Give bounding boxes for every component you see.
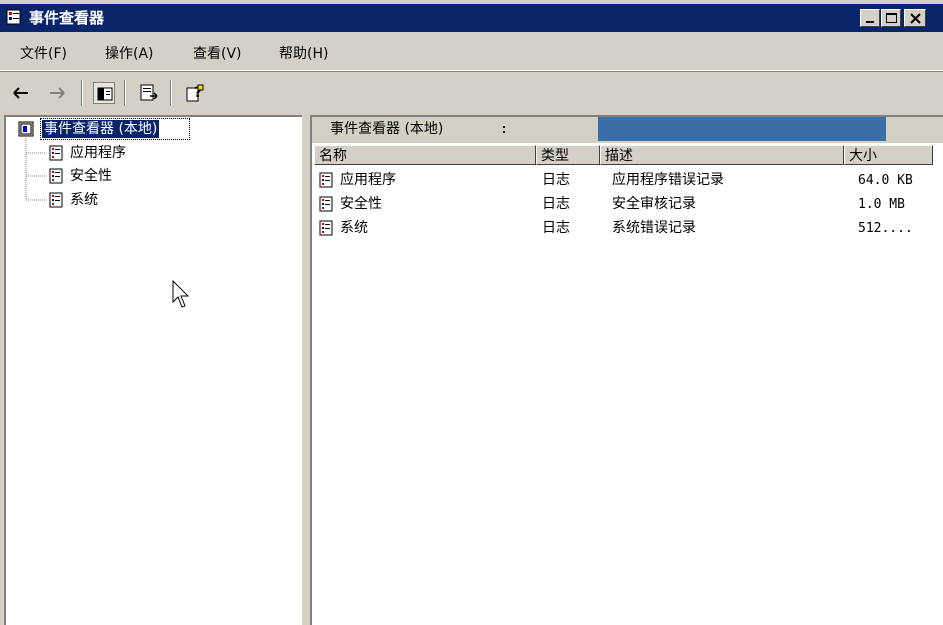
column-header-type[interactable]: 类型 [536, 145, 600, 165]
header-progress-bar [598, 117, 886, 141]
event-viewer-root-icon [18, 121, 34, 137]
row-type: 日志 [542, 172, 570, 188]
tree-item-security[interactable]: 安全性 [70, 167, 112, 185]
tree-item-system[interactable]: 系统 [70, 191, 98, 209]
row-type: 日志 [542, 196, 570, 212]
forward-button[interactable] [46, 82, 68, 104]
row-size: 64.0 KB [858, 173, 913, 188]
menu-help[interactable]: 帮助(H) [279, 46, 328, 62]
title-bar[interactable] [0, 4, 943, 32]
row-description: 系统错误记录 [612, 220, 696, 236]
show-hide-tree-button[interactable] [93, 82, 115, 104]
maximize-icon [886, 13, 897, 23]
export-list-icon [140, 84, 158, 101]
minimize-icon [866, 21, 874, 23]
list-pane-title: 事件查看器 (本地) [330, 121, 444, 137]
log-icon [319, 220, 333, 236]
row-description: 应用程序错误记录 [612, 172, 724, 188]
tree-item-application[interactable]: 应用程序 [70, 144, 126, 162]
toolbar-separator [124, 80, 126, 106]
back-arrow-icon [13, 87, 28, 99]
log-icon [319, 196, 333, 212]
export-list-button[interactable] [138, 82, 160, 104]
window-title: 事件查看器 [29, 9, 105, 27]
help-button[interactable]: ? [184, 82, 206, 104]
row-name[interactable]: 安全性 [340, 194, 382, 214]
back-button[interactable] [10, 82, 32, 104]
column-header-name[interactable]: 名称 [314, 145, 536, 165]
row-type: 日志 [542, 220, 570, 236]
column-header-description[interactable]: 描述 [600, 145, 844, 165]
event-viewer-app-icon [6, 9, 21, 25]
tree-root-label[interactable]: 事件查看器 (本地) [42, 120, 160, 138]
column-header-size[interactable]: 大小 [844, 145, 933, 165]
maximize-button[interactable] [881, 9, 901, 27]
sort-toggle-icon[interactable] [500, 123, 510, 137]
log-icon [49, 145, 63, 161]
close-button[interactable] [904, 9, 926, 27]
row-description: 安全审核记录 [612, 196, 696, 212]
close-icon [910, 13, 921, 24]
log-icon [49, 168, 63, 184]
row-size: 512.... [858, 221, 913, 236]
show-hide-tree-icon [97, 87, 113, 101]
help-icon: ? [186, 84, 204, 102]
row-name[interactable]: 系统 [340, 218, 368, 238]
minimize-button[interactable] [860, 9, 880, 27]
list-pane[interactable] [310, 115, 943, 625]
toolbar-separator [170, 80, 172, 106]
menu-view[interactable]: 查看(V) [193, 46, 242, 62]
toolbar-separator [81, 80, 83, 106]
row-name[interactable]: 应用程序 [340, 170, 396, 190]
tree-connector-lines [25, 138, 46, 201]
log-icon [319, 172, 333, 188]
mouse-cursor-icon [172, 280, 190, 308]
menu-file[interactable]: 文件(F) [20, 46, 67, 62]
row-size: 1.0 MB [858, 197, 905, 212]
menu-action[interactable]: 操作(A) [105, 46, 154, 62]
log-icon [49, 192, 63, 208]
forward-arrow-icon [50, 87, 65, 99]
